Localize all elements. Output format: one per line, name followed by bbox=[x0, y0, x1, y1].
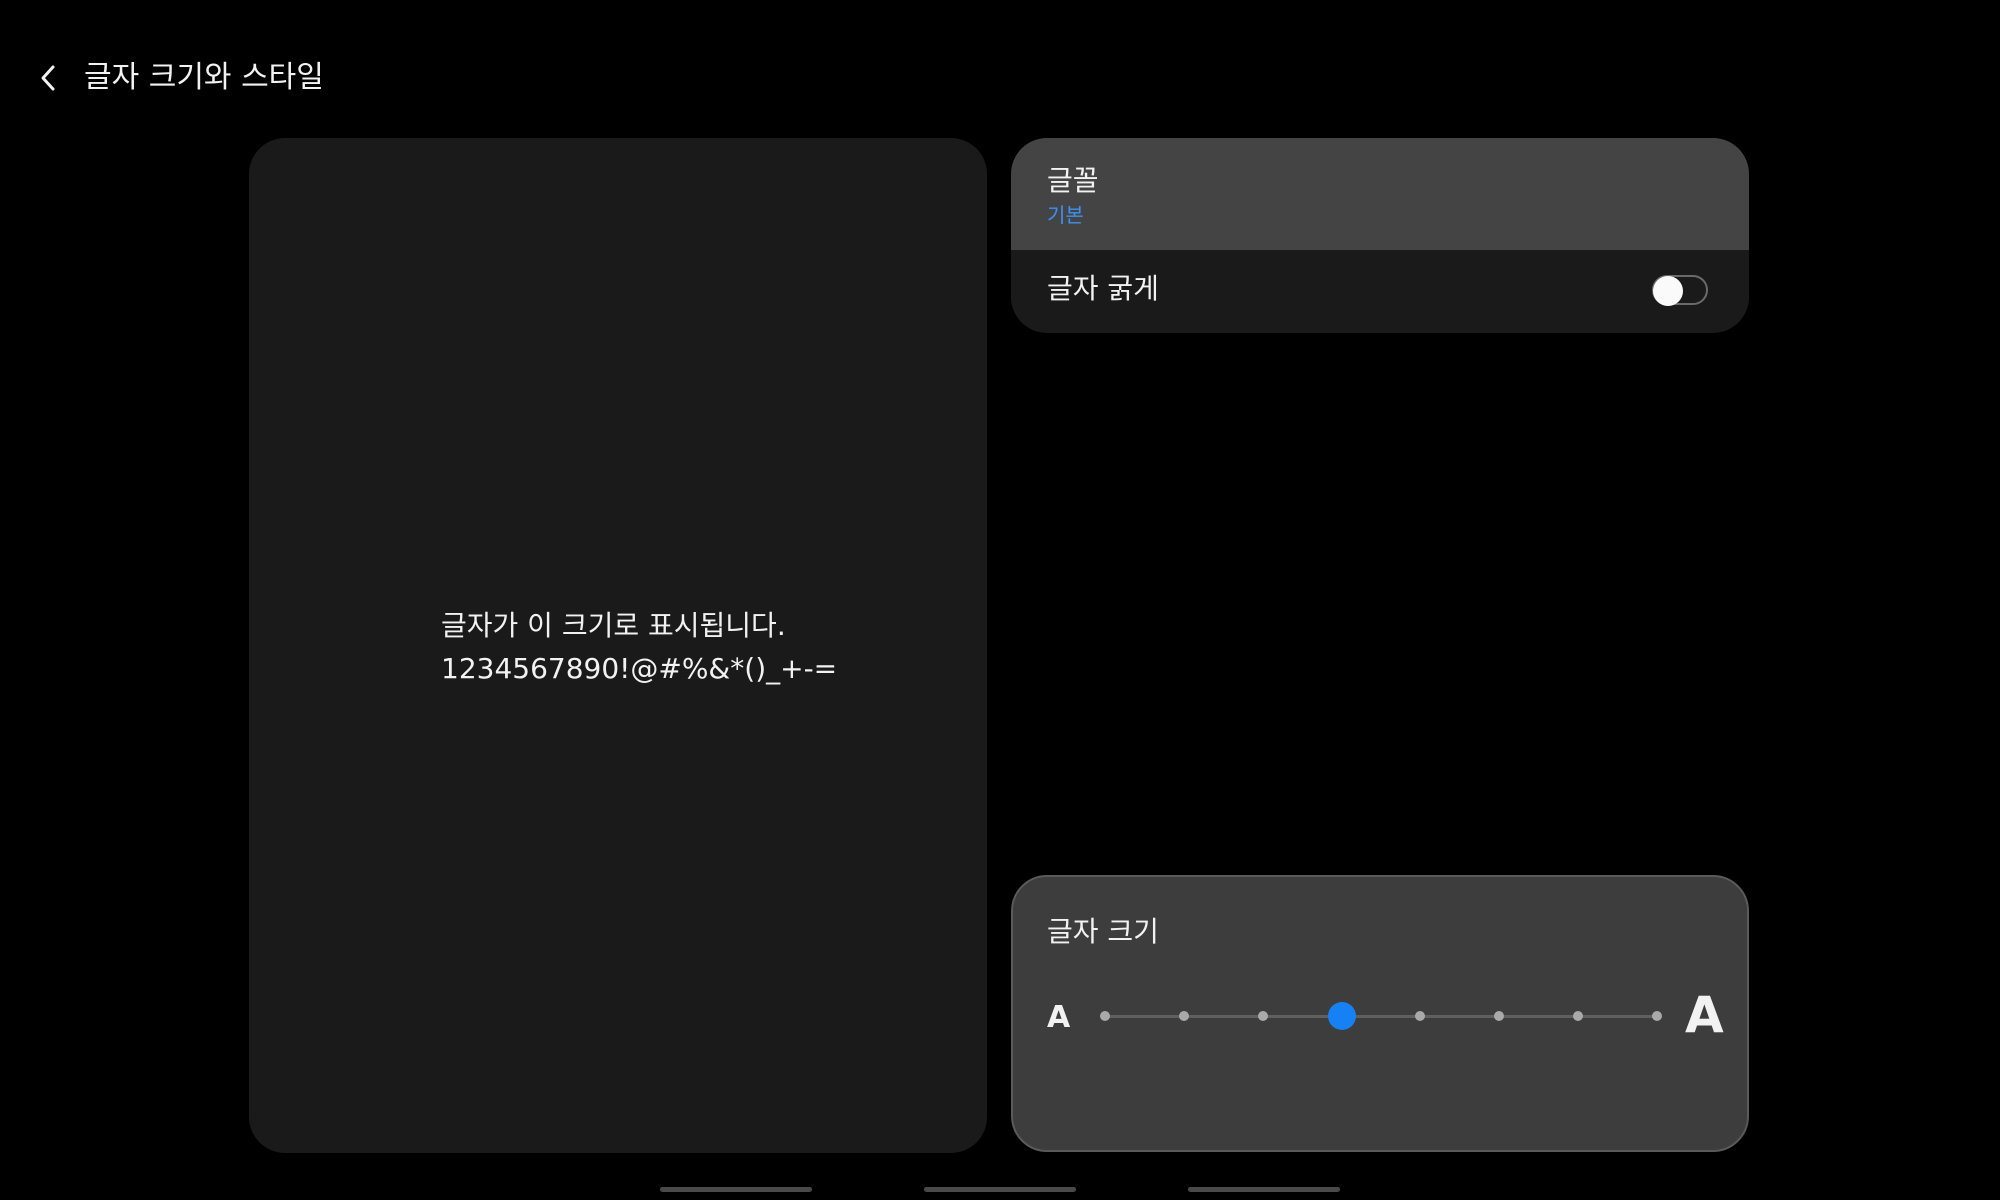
slider-step-2[interactable] bbox=[1178, 1011, 1189, 1021]
preview-text: 글자가 이 크기로 표시됩니다. 1234567890!@#%&*()_+-= bbox=[441, 604, 837, 690]
bold-text-label: 글자 굵게 bbox=[1047, 272, 1159, 305]
slider-step-3[interactable] bbox=[1257, 1011, 1268, 1021]
slider-thumb[interactable] bbox=[1327, 1002, 1356, 1030]
nav-handle-left[interactable] bbox=[660, 1187, 812, 1192]
slider-step-7[interactable] bbox=[1573, 1011, 1584, 1021]
large-text-a-icon: A bbox=[1685, 986, 1724, 1044]
bold-text-row[interactable]: 글자 굵게 bbox=[1011, 250, 1749, 333]
font-size-label: 글자 크기 bbox=[1047, 915, 1159, 948]
toggle-knob bbox=[1653, 276, 1683, 306]
preview-line-symbols: 1234567890!@#%&*()_+-= bbox=[441, 652, 838, 685]
font-size-slider[interactable] bbox=[1100, 1001, 1662, 1031]
font-setting-row[interactable]: 글꼴 기본 bbox=[1011, 138, 1749, 250]
slider-step-6[interactable] bbox=[1494, 1011, 1505, 1021]
font-setting-value: 기본 bbox=[1047, 203, 1084, 227]
back-button[interactable] bbox=[30, 56, 66, 100]
text-preview-card: 글자가 이 크기로 표시됩니다. 1234567890!@#%&*()_+-= bbox=[249, 138, 987, 1153]
settings-card: 글꼴 기본 글자 굵게 bbox=[1011, 138, 1749, 333]
preview-line-korean: 글자가 이 크기로 표시됩니다. bbox=[441, 609, 786, 642]
small-text-a-icon: A bbox=[1047, 1000, 1071, 1035]
chevron-left-icon bbox=[41, 65, 55, 91]
slider-step-1[interactable] bbox=[1100, 1011, 1110, 1021]
slider-step-5[interactable] bbox=[1415, 1011, 1426, 1021]
font-setting-label: 글꼴 bbox=[1047, 164, 1099, 197]
bold-text-toggle[interactable] bbox=[1652, 275, 1708, 306]
header: 글자 크기와 스타일 bbox=[0, 0, 2000, 160]
nav-handle-center[interactable] bbox=[924, 1187, 1076, 1192]
nav-handle-right[interactable] bbox=[1188, 1187, 1340, 1192]
slider-step-8[interactable] bbox=[1652, 1011, 1662, 1021]
font-size-card: 글자 크기 A A bbox=[1011, 875, 1749, 1152]
page-title: 글자 크기와 스타일 bbox=[84, 60, 324, 95]
